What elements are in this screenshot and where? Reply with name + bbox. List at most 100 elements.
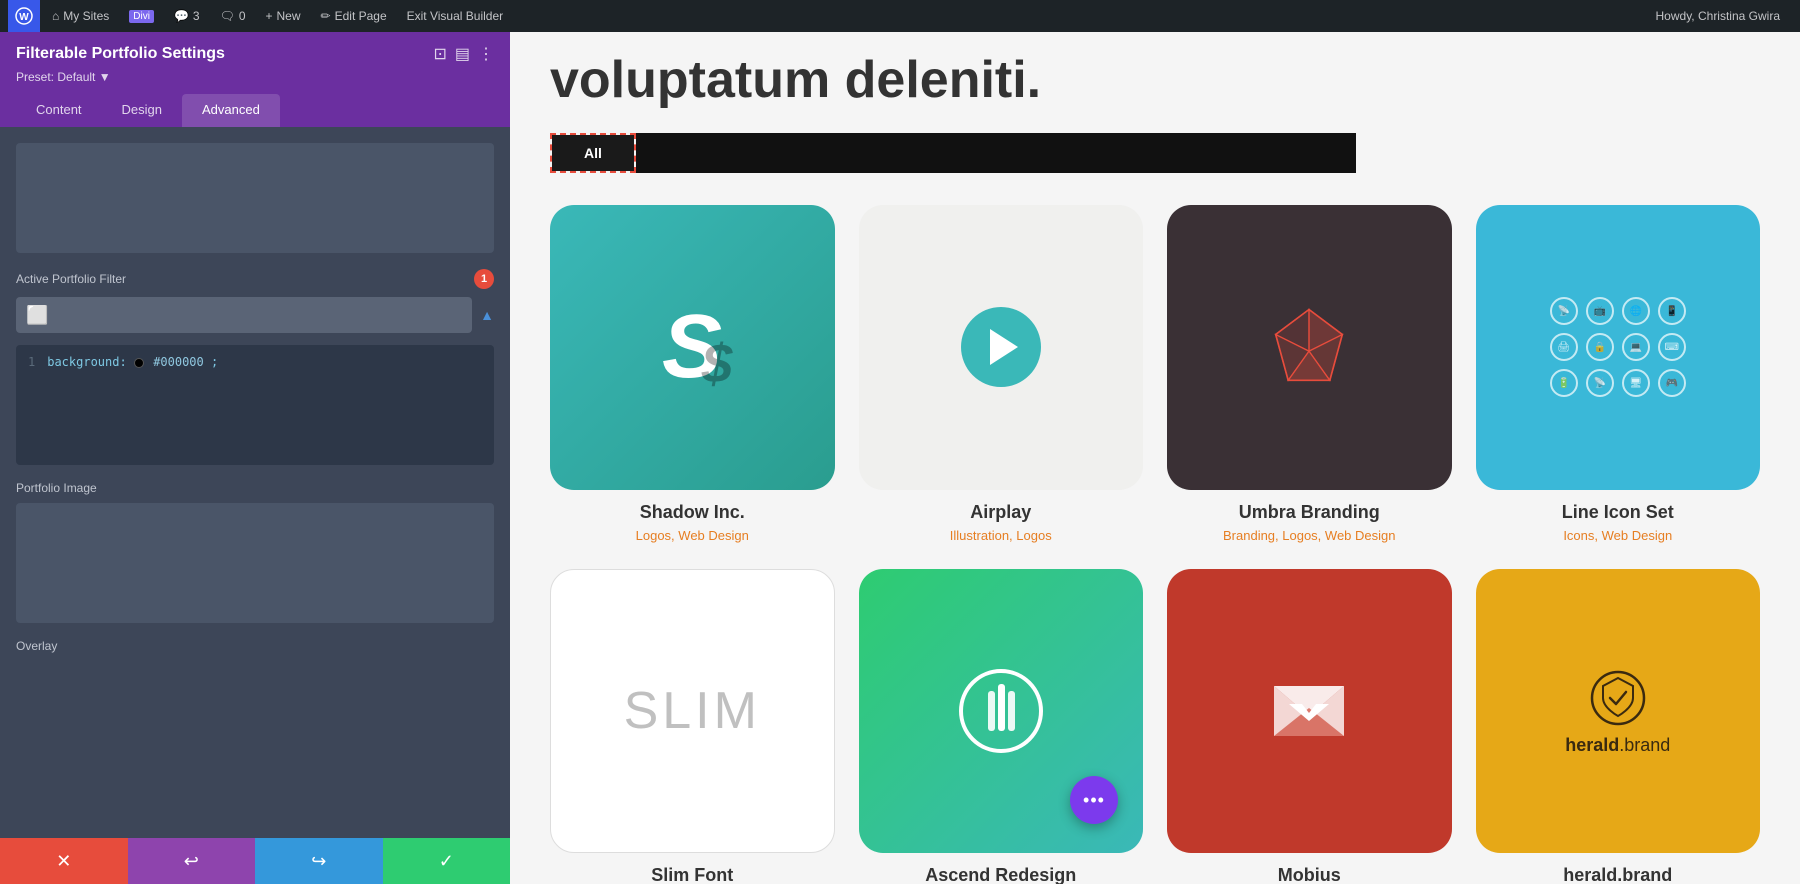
cancel-button[interactable]: ✕ [0, 838, 128, 884]
plus-icon: + [266, 9, 273, 23]
admin-bar-my-sites[interactable]: ⌂ My Sites [44, 0, 117, 32]
content-area: voluptatum deleniti. All [510, 32, 1800, 884]
settings-panel: Filterable Portfolio Settings ⊡ ▤ ⋮ Pres… [0, 32, 510, 884]
portfolio-name-line: Line Icon Set [1476, 502, 1761, 523]
comment-icon: 💬 [174, 9, 189, 23]
pencil-icon: ✏ [321, 9, 331, 23]
admin-bar-edit-page[interactable]: ✏ Edit Page [313, 0, 395, 32]
speech-bubble-icon: 🗨 [220, 9, 235, 23]
play-circle [961, 307, 1041, 387]
portfolio-thumb-mobius [1167, 569, 1452, 854]
portfolio-cats-airplay: Illustration, Logos [859, 527, 1144, 545]
portfolio-thumb-shadow: S $ [550, 205, 835, 490]
floating-more-button[interactable]: ••• [1070, 776, 1118, 824]
portfolio-thumb-line: 📡 📺 🌐 📱 🖨 🔒 💻 ⌨ 🔋 📡 � [1476, 205, 1761, 490]
panel-tabs: Content Design Advanced [16, 94, 494, 127]
admin-bar: W ⌂ My Sites Divi 💬 3 🗨 0 + New ✏ Edit P… [0, 0, 1800, 32]
admin-bar-exit-builder[interactable]: Exit Visual Builder [399, 0, 512, 32]
panel-title-icons: ⊡ ▤ ⋮ [433, 44, 494, 64]
code-color-dot [134, 355, 146, 369]
line-icon-12: 🎮 [1658, 369, 1686, 397]
monitor-icon: ⬜ [26, 305, 48, 326]
redo-button[interactable]: ↪ [255, 838, 383, 884]
line-icon-8: ⌨ [1658, 333, 1686, 361]
filter-tab-3[interactable] [736, 133, 836, 173]
columns-icon[interactable]: ▤ [455, 44, 470, 64]
home-icon: ⌂ [52, 9, 59, 23]
line-icon-3: 🌐 [1622, 297, 1650, 325]
portfolio-cats-shadow: Logos, Web Design [550, 527, 835, 545]
tab-content[interactable]: Content [16, 94, 102, 127]
line-icon-5: 🖨 [1550, 333, 1578, 361]
portfolio-item-airplay[interactable]: Airplay Illustration, Logos [859, 205, 1144, 545]
portfolio-thumb-umbra [1167, 205, 1452, 490]
line-icon-1: 📡 [1550, 297, 1578, 325]
filter-tab-4[interactable] [836, 133, 936, 173]
color-picker-box[interactable]: ⬜ [16, 297, 472, 333]
portfolio-name-slim: Slim Font [550, 865, 835, 884]
filter-tab-all[interactable]: All [552, 135, 634, 171]
portfolio-name-umbra: Umbra Branding [1167, 502, 1452, 523]
portfolio-item-shadow-inc[interactable]: S $ Shadow Inc. Logos, Web Design [550, 205, 835, 545]
active-filter-section-label: Active Portfolio Filter 1 [16, 269, 494, 289]
filter-tab-6[interactable] [1056, 133, 1216, 173]
panel-title: Filterable Portfolio Settings [16, 45, 225, 63]
line-icon-11: 🖥 [1622, 369, 1650, 397]
filter-tab-2[interactable] [636, 133, 736, 173]
portfolio-item-umbra[interactable]: Umbra Branding Branding, Logos, Web Desi… [1167, 205, 1452, 545]
panel-preset[interactable]: Preset: Default ▼ [16, 70, 494, 84]
admin-bar-user: Howdy, Christina Gwira [1644, 9, 1792, 23]
expand-icon[interactable]: ⊡ [433, 44, 446, 64]
svg-text:W: W [19, 12, 29, 23]
portfolio-item-herald[interactable]: herald.brand herald.brand Branding, Web … [1476, 569, 1761, 884]
portfolio-item-slim[interactable]: SLIM Slim Font Illustration, Web Design [550, 569, 835, 884]
filter-badge: 1 [474, 269, 494, 289]
slim-text: SLIM [624, 681, 761, 741]
color-picker-row: ⬜ ▲ [16, 297, 494, 333]
admin-bar-divi[interactable]: Divi [121, 0, 162, 32]
filter-tab-7[interactable] [1216, 133, 1356, 173]
portfolio-item-line-icons[interactable]: 📡 📺 🌐 📱 🖨 🔒 💻 ⌨ 🔋 📡 � [1476, 205, 1761, 545]
portfolio-name-ascend: Ascend Redesign [859, 865, 1144, 884]
svg-text:$: $ [701, 332, 734, 394]
portfolio-name-herald: herald.brand [1476, 865, 1761, 884]
portfolio-item-ascend[interactable]: Ascend Redesign Branding, Web Design [859, 569, 1144, 884]
portfolio-item-mobius[interactable]: Mobius Branding, Logos [1167, 569, 1452, 884]
code-property: background: [47, 355, 126, 369]
page-heading: voluptatum deleniti. [550, 52, 1760, 109]
admin-bar-comments-count[interactable]: 💬 3 [166, 0, 208, 32]
line-icon-10: 📡 [1586, 369, 1614, 397]
more-icon[interactable]: ⋮ [478, 44, 494, 64]
filter-tab-5[interactable] [936, 133, 1056, 173]
code-value: #000000 [153, 355, 204, 369]
portfolio-image-label: Portfolio Image [16, 481, 494, 495]
wp-logo-icon[interactable]: W [8, 0, 40, 32]
line-icon-9: 🔋 [1550, 369, 1578, 397]
portfolio-image-box[interactable] [16, 503, 494, 623]
play-triangle-icon [990, 329, 1018, 365]
filter-tabs-container: All [550, 133, 1760, 173]
portfolio-thumb-slim: SLIM [550, 569, 835, 854]
admin-bar-new[interactable]: + New [258, 0, 309, 32]
admin-bar-comments2[interactable]: 🗨 0 [212, 0, 254, 32]
undo-button[interactable]: ↩ [128, 838, 256, 884]
confirm-button[interactable]: ✓ [383, 838, 511, 884]
preview-box [16, 143, 494, 253]
tab-design[interactable]: Design [102, 94, 182, 127]
portfolio-name-shadow: Shadow Inc. [550, 502, 835, 523]
cursor-icon: ▲ [480, 307, 494, 323]
portfolio-thumb-herald: herald.brand [1476, 569, 1761, 854]
line-icon-2: 📺 [1586, 297, 1614, 325]
portfolio-cats-umbra: Branding, Logos, Web Design [1167, 527, 1452, 545]
code-line-number: 1 [28, 355, 35, 369]
line-icon-7: 💻 [1622, 333, 1650, 361]
tab-advanced[interactable]: Advanced [182, 94, 280, 127]
divi-icon: Divi [129, 10, 154, 23]
action-bar: ✕ ↩ ↪ ✓ [0, 838, 510, 884]
panel-header: Filterable Portfolio Settings ⊡ ▤ ⋮ Pres… [0, 32, 510, 127]
panel-content: Active Portfolio Filter 1 ⬜ ▲ 1 backgrou… [0, 127, 510, 838]
line-icon-4: 📱 [1658, 297, 1686, 325]
code-editor[interactable]: 1 background: #000000 ; [16, 345, 494, 465]
overlay-label: Overlay [16, 639, 494, 653]
line-icon-6: 🔒 [1586, 333, 1614, 361]
